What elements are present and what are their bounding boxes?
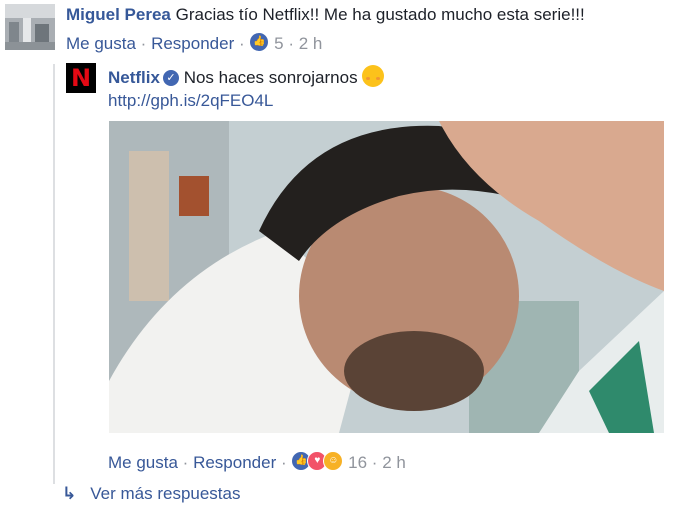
comment-like-link[interactable]: Me gusta [66,34,136,53]
reply-reaction-count[interactable]: 16 [348,453,367,472]
reply-like-link[interactable]: Me gusta [108,453,178,472]
reaction-stack[interactable]: 👍 ♥ ☺ [291,451,344,473]
separator: · [371,453,378,472]
reply-time[interactable]: 2 h [382,453,406,472]
netflix-avatar[interactable]: N [66,63,96,93]
reply-actions: Me gusta · Responder · 👍 ♥ ☺ 16 · 2 h [108,451,406,473]
separator: · [280,453,287,472]
separator: · [140,34,147,53]
reply-author[interactable]: Netflix [108,68,160,87]
comment-reply-link[interactable]: Responder [151,34,234,53]
reply-text: Nos haces sonrojarnos [183,68,358,87]
reply-arrow-icon: ↳ [62,484,77,504]
gif-photo [109,121,664,433]
comment-body: Miguel Perea Gracias tío Netflix!! Me ha… [66,5,585,25]
commenter-avatar[interactable] [5,4,55,50]
separator: · [238,34,245,53]
blush-emoji-icon [361,65,384,87]
comment-actions: Me gusta · Responder · 👍 5 · 2 h [66,32,322,54]
comment-author[interactable]: Miguel Perea [66,5,171,24]
separator: · [288,34,294,53]
comment-reaction-count[interactable]: 5 [274,34,283,53]
separator: · [182,453,189,472]
gif-image[interactable] [109,121,664,433]
comment-text: Gracias tío Netflix!! Me ha gustado much… [175,5,585,24]
more-replies-link[interactable]: ↳ Ver más respuestas [62,484,241,504]
reply-body: Netflix ✓ Nos haces sonrojarnos [108,65,384,88]
like-reaction-icon[interactable]: 👍 [249,32,270,52]
comment-time[interactable]: 2 h [299,34,323,53]
thread-line [53,64,55,484]
netflix-logo: N [70,64,92,92]
haha-reaction-icon: ☺ [323,451,344,471]
avatar-photo [5,4,55,50]
more-replies-label: Ver más respuestas [90,484,241,503]
reply-link[interactable]: http://gph.is/2qFEO4L [108,91,273,111]
reply-reply-link[interactable]: Responder [193,453,276,472]
verified-badge-icon: ✓ [162,70,179,86]
